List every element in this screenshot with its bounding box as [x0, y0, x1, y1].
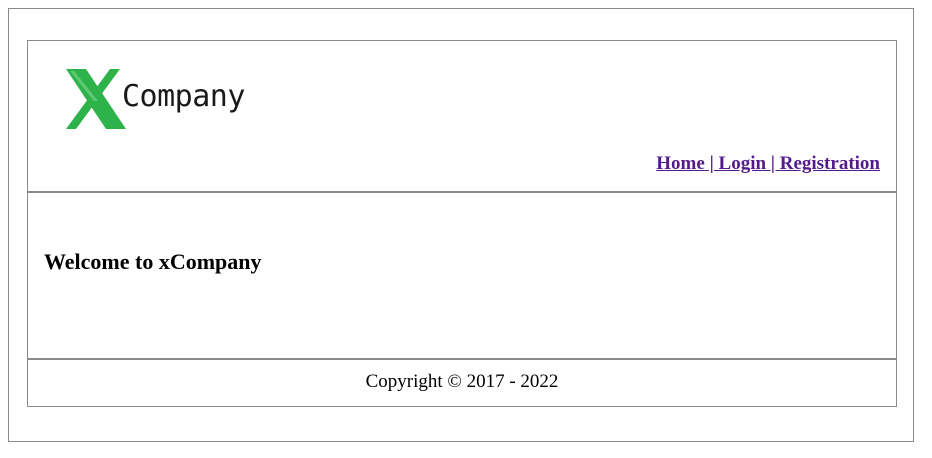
company-logo: Company	[64, 67, 264, 131]
logo-text: Company	[122, 79, 245, 114]
nav-login-link[interactable]: Login	[719, 153, 767, 174]
nav-registration-link[interactable]: Registration	[780, 153, 880, 174]
nav-home-link[interactable]: Home	[656, 153, 705, 174]
top-nav: Home | Login | Registration	[656, 153, 880, 175]
copyright-text: Copyright © 2017 - 2022	[365, 371, 559, 392]
welcome-heading: Welcome to xCompany	[44, 249, 262, 274]
layout-table: Company Home | Login | Registration Welc…	[27, 40, 897, 407]
nav-separator: |	[704, 153, 719, 174]
main-content: Welcome to xCompany	[27, 192, 897, 359]
x-logo-icon	[66, 69, 126, 129]
footer: Copyright © 2017 - 2022	[27, 359, 897, 407]
header: Company Home | Login | Registration	[27, 40, 897, 192]
nav-separator: |	[766, 153, 780, 174]
